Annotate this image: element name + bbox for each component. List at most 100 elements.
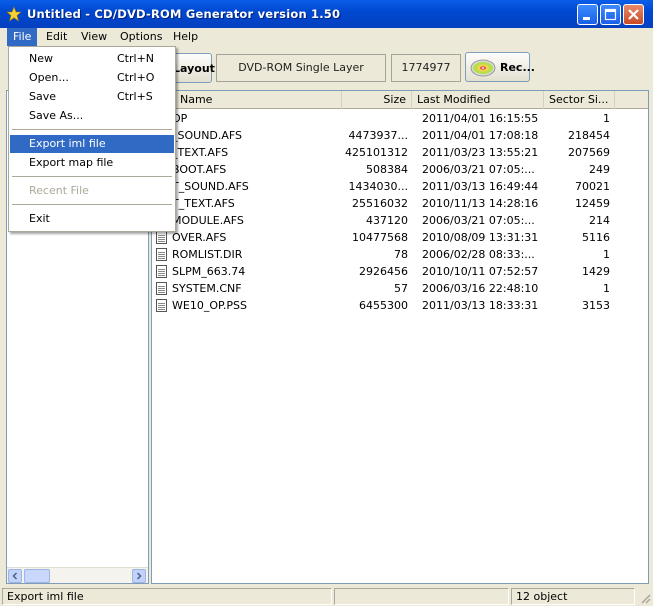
file-row[interactable]: MODULE.AFS 437120 2006/03/21 07:05:... 2… — [152, 212, 648, 229]
minimize-button[interactable] — [577, 4, 598, 25]
file-row[interactable]: BOOT.AFS 508384 2006/03/21 07:05:... 249 — [152, 161, 648, 178]
file-row[interactable]: _TEXT.AFS 425101312 2011/03/23 13:55:21 … — [152, 144, 648, 161]
status-panel-empty — [334, 588, 509, 605]
close-icon — [628, 9, 639, 20]
file-name: _TEXT.AFS — [172, 146, 229, 159]
file-name: WE10_OP.PSS — [172, 299, 247, 312]
file-list-pane[interactable]: Name Size Last Modified Sector Si... OP … — [151, 90, 649, 584]
status-bar: Export iml file 12 object — [0, 586, 653, 606]
file-name: SYSTEM.CNF — [172, 282, 242, 295]
tree-horizontal-scrollbar[interactable] — [7, 567, 148, 583]
file-modified: 2010/10/11 07:52:57 — [422, 265, 539, 278]
file-row[interactable]: T_SOUND.AFS 1434030... 2011/03/13 16:49:… — [152, 178, 648, 195]
column-header-size[interactable]: Size — [342, 91, 412, 109]
menu-item-shortcut: Ctrl+S — [117, 90, 153, 103]
file-modified: 2011/04/01 16:15:55 — [422, 112, 539, 125]
menu-item-label: Export iml file — [29, 137, 106, 150]
file-size: 10477568 — [352, 231, 408, 244]
file-sector: 12459 — [575, 197, 610, 210]
file-sector: 214 — [589, 214, 610, 227]
file-row[interactable]: ROMLIST.DIR 78 2006/02/28 08:33:... 1 — [152, 246, 648, 263]
menu-item-exit[interactable]: Exit — [10, 210, 174, 228]
file-icon — [156, 299, 167, 312]
menu-item-save[interactable]: Save Ctrl+S — [10, 88, 174, 106]
file-row[interactable]: WE10_OP.PSS 6455300 2011/03/13 18:33:31 … — [152, 297, 648, 314]
column-header-sector-size[interactable]: Sector Si... — [544, 91, 615, 109]
file-row[interactable]: SYSTEM.CNF 57 2006/03/16 22:48:10 1 — [152, 280, 648, 297]
file-row[interactable]: OVER.AFS 10477568 2010/08/09 13:31:31 51… — [152, 229, 648, 246]
menu-item-open[interactable]: Open... Ctrl+O — [10, 69, 174, 87]
file-row[interactable]: _SOUND.AFS 4473937... 2011/04/01 17:08:1… — [152, 127, 648, 144]
scroll-thumb[interactable] — [24, 569, 50, 583]
menu-file[interactable]: File — [7, 28, 38, 46]
file-size: 78 — [394, 248, 408, 261]
file-modified: 2011/03/13 16:49:44 — [422, 180, 539, 193]
scroll-left-button[interactable] — [8, 569, 22, 583]
file-name: OP — [172, 112, 188, 125]
menu-item-label: Export map file — [29, 156, 114, 169]
file-modified: 2006/03/21 07:05:... — [422, 214, 535, 227]
file-menu-dropdown: New Ctrl+N Open... Ctrl+O Save Ctrl+S Sa… — [8, 46, 176, 232]
maximize-button[interactable] — [600, 4, 621, 25]
scroll-right-button[interactable] — [132, 569, 146, 583]
file-size: 57 — [394, 282, 408, 295]
menu-item-label: Open... — [29, 71, 69, 84]
file-icon — [156, 231, 167, 244]
file-row[interactable]: SLPM_663.74 2926456 2010/10/11 07:52:57 … — [152, 263, 648, 280]
record-button[interactable]: Rec... — [465, 52, 535, 82]
file-name: OVER.AFS — [172, 231, 227, 244]
menu-edit[interactable]: Edit — [40, 28, 73, 46]
file-name: MODULE.AFS — [172, 214, 244, 227]
resize-grip-icon[interactable] — [639, 592, 651, 604]
file-icon — [156, 265, 167, 278]
file-sector: 218454 — [568, 129, 610, 142]
close-button[interactable] — [623, 4, 644, 25]
app-icon — [6, 6, 22, 22]
menu-options[interactable]: Options — [114, 28, 168, 46]
menu-view[interactable]: View — [75, 28, 113, 46]
column-header-name[interactable]: Name — [152, 91, 342, 109]
menu-item-label: New — [29, 52, 53, 65]
file-size — [344, 110, 408, 127]
file-sector: 1 — [603, 112, 610, 125]
file-name: T_SOUND.AFS — [172, 180, 249, 193]
menu-item-shortcut: Ctrl+O — [117, 71, 155, 84]
file-sector: 1 — [603, 248, 610, 261]
file-row[interactable]: T_TEXT.AFS 25516032 2010/11/13 14:28:16 … — [152, 195, 648, 212]
menu-item-label: Exit — [29, 212, 50, 225]
file-size: 508384 — [366, 163, 408, 176]
status-object-count: 12 object — [511, 588, 635, 605]
status-message: Export iml file — [2, 588, 332, 605]
menu-item-export-map[interactable]: Export map file — [10, 154, 174, 172]
disc-type-field: DVD-ROM Single Layer — [216, 54, 386, 82]
file-size: 1434030... — [348, 180, 408, 193]
menu-item-label: Recent File — [29, 184, 89, 197]
column-header-last-modified[interactable]: Last Modified — [412, 91, 544, 109]
file-icon — [156, 282, 167, 295]
file-sector: 207569 — [568, 146, 610, 159]
file-sector: 3153 — [582, 299, 610, 312]
sector-total-field: 1774977 — [391, 54, 461, 82]
file-size: 437120 — [366, 214, 408, 227]
window-title: Untitled - CD/DVD-ROM Generator version … — [27, 7, 341, 21]
file-sector: 1429 — [582, 265, 610, 278]
menu-item-save-as[interactable]: Save As... — [10, 107, 174, 125]
disc-burn-icon — [470, 59, 496, 77]
file-size: 425101312 — [345, 146, 408, 159]
file-sector: 249 — [589, 163, 610, 176]
file-size: 6455300 — [359, 299, 408, 312]
menu-item-new[interactable]: New Ctrl+N — [10, 50, 174, 68]
title-bar[interactable]: Untitled - CD/DVD-ROM Generator version … — [0, 0, 653, 28]
file-modified: 2006/03/16 22:48:10 — [422, 282, 539, 295]
file-name: _SOUND.AFS — [172, 129, 243, 142]
chevron-left-icon — [12, 572, 18, 580]
maximize-icon — [604, 8, 617, 21]
file-row[interactable]: OP 2011/04/01 16:15:55 1 — [152, 110, 648, 127]
menu-separator — [12, 176, 172, 177]
file-sector: 1 — [603, 282, 610, 295]
menu-help[interactable]: Help — [167, 28, 204, 46]
file-name: SLPM_663.74 — [172, 265, 246, 278]
file-modified: 2010/11/13 14:28:16 — [422, 197, 539, 210]
menu-item-export-iml[interactable]: Export iml file — [10, 135, 174, 153]
menu-separator — [12, 204, 172, 205]
